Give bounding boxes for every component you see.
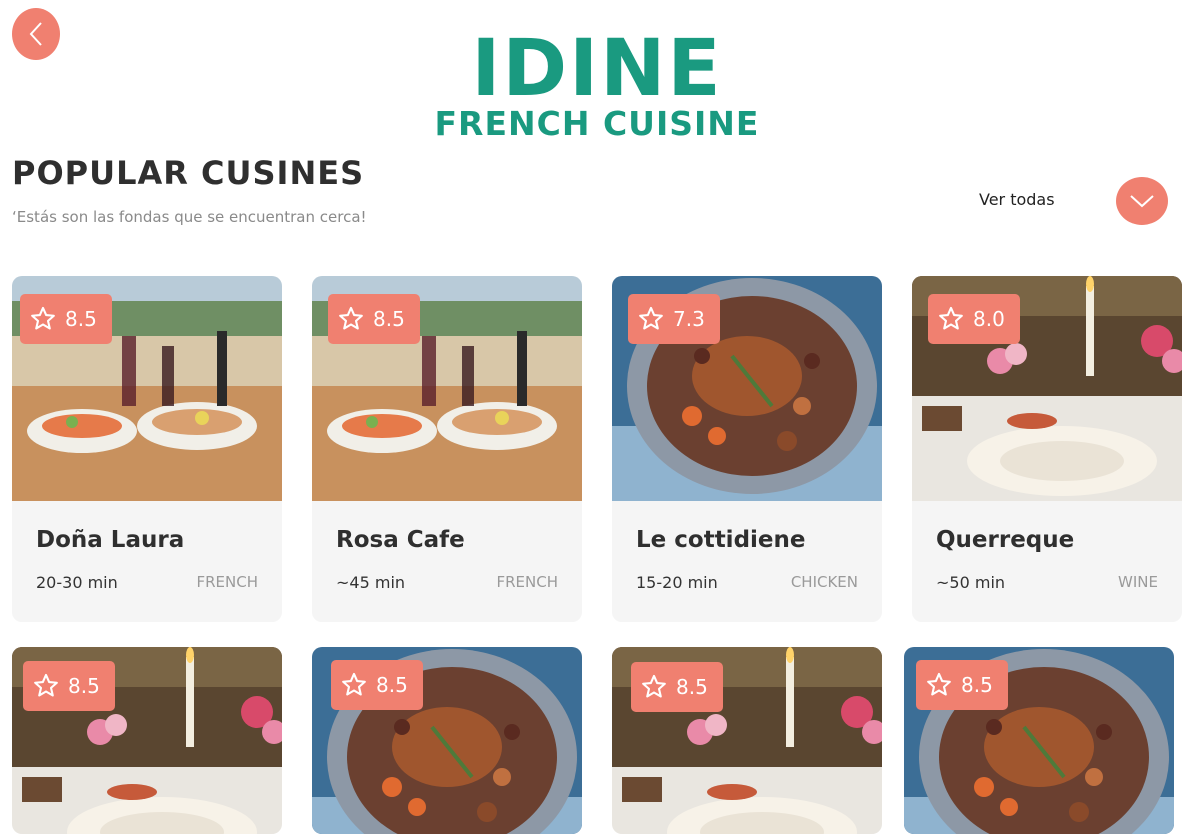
restaurant-card[interactable]: 8.5: [12, 647, 282, 834]
restaurant-card[interactable]: 7.3 Le cottidiene 15-20 min CHICKEN: [612, 276, 882, 622]
star-icon: [340, 671, 368, 699]
restaurant-name: Le cottidiene: [636, 527, 806, 553]
cuisine-tag: FRENCH: [196, 573, 258, 591]
star-icon: [32, 672, 60, 700]
cuisine-tag: CHICKEN: [790, 573, 858, 591]
rating-value: 8.5: [65, 307, 97, 331]
star-icon: [29, 305, 57, 333]
restaurant-card[interactable]: 8.5 Doña Laura 20-30 min FRENCH: [12, 276, 282, 622]
delivery-time: 20-30 min: [36, 573, 118, 592]
restaurant-name: Rosa Cafe: [336, 527, 465, 553]
restaurant-card[interactable]: 8.5: [312, 647, 582, 834]
rating-value: 8.0: [973, 307, 1005, 331]
rating-badge: 8.5: [23, 661, 115, 711]
restaurant-name: Doña Laura: [36, 527, 185, 553]
star-icon: [637, 305, 665, 333]
rating-badge: 8.5: [20, 294, 112, 344]
delivery-time: ~45 min: [336, 573, 406, 592]
see-all-link[interactable]: Ver todas: [979, 190, 1055, 209]
card-body: Querreque ~50 min WINE: [912, 501, 1182, 622]
restaurant-card[interactable]: 8.0 Querreque ~50 min WINE: [912, 276, 1182, 622]
delivery-time: ~50 min: [936, 573, 1006, 592]
expand-dropdown-button[interactable]: [1116, 177, 1168, 225]
chevron-down-icon: [1130, 195, 1154, 208]
star-icon: [337, 305, 365, 333]
rating-value: 8.5: [376, 673, 408, 697]
section-subtitle: ‘Estás son las fondas que se encuentran …: [12, 208, 367, 226]
rating-badge: 8.0: [928, 294, 1020, 344]
star-icon: [925, 671, 953, 699]
card-body: Rosa Cafe ~45 min FRENCH: [312, 501, 582, 622]
rating-value: 8.5: [373, 307, 405, 331]
rating-badge: 8.5: [916, 660, 1008, 710]
card-body: Le cottidiene 15-20 min CHICKEN: [612, 501, 882, 622]
brand-subtitle: FRENCH CUISINE: [434, 104, 760, 143]
section-title: POPULAR CUSINES: [12, 154, 365, 192]
restaurant-card[interactable]: 8.5 Rosa Cafe ~45 min FRENCH: [312, 276, 582, 622]
rating-value: 8.5: [68, 674, 100, 698]
cuisine-tag: WINE: [1118, 573, 1158, 591]
card-body: Doña Laura 20-30 min FRENCH: [12, 501, 282, 622]
delivery-time: 15-20 min: [636, 573, 718, 592]
restaurant-card[interactable]: 8.5: [612, 647, 882, 834]
restaurant-name: Querreque: [936, 527, 1075, 553]
rating-badge: 8.5: [328, 294, 420, 344]
rating-value: 8.5: [676, 675, 708, 699]
cuisine-tag: FRENCH: [496, 573, 558, 591]
star-icon: [640, 673, 668, 701]
rating-badge: 8.5: [631, 662, 723, 712]
rating-value: 7.3: [673, 307, 705, 331]
rating-badge: 8.5: [331, 660, 423, 710]
star-icon: [937, 305, 965, 333]
rating-value: 8.5: [961, 673, 993, 697]
restaurant-card[interactable]: 8.5: [904, 647, 1174, 834]
brand-title: IDINE: [471, 24, 723, 114]
rating-badge: 7.3: [628, 294, 720, 344]
